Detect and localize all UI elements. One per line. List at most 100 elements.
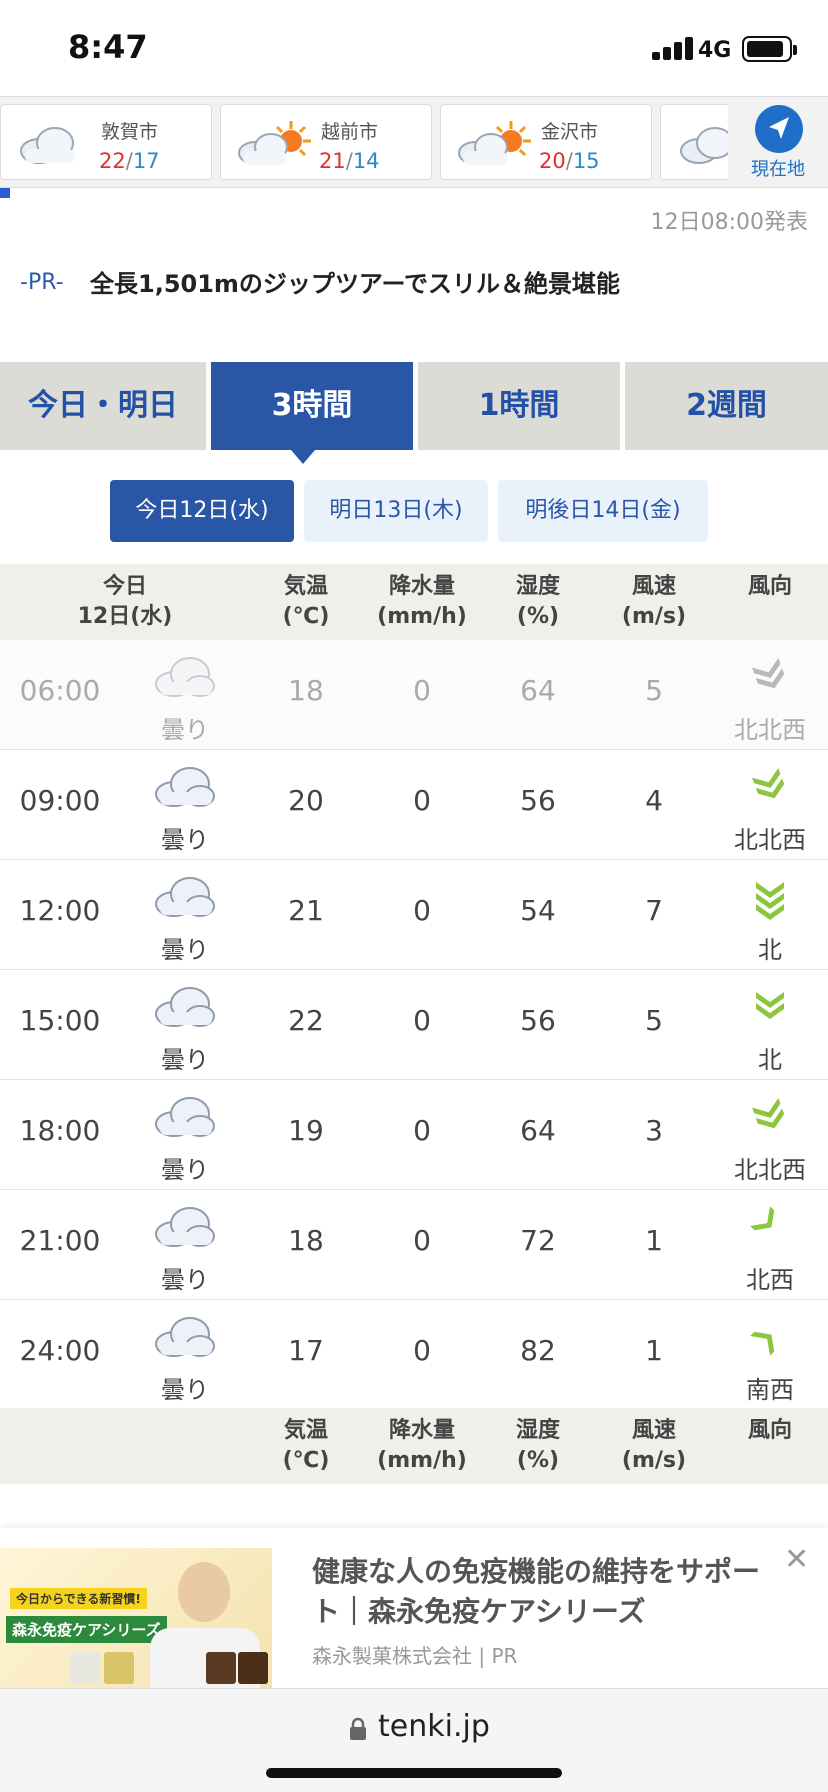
direction-label: 北 [758, 936, 782, 964]
humidity-cell: 64 [520, 674, 556, 707]
cloudy-icon [152, 1200, 218, 1256]
temp-cell: 19 [288, 1114, 324, 1147]
cloudy-icon [20, 127, 75, 164]
issued-time: 12日08:00発表 [650, 210, 808, 235]
table-row: 18:00 19 0 64 3 曇り 北北西 [0, 1080, 828, 1190]
ad-title[interactable]: 健康な人の免疫機能の維持をサポート｜森永免疫ケアシリーズ [312, 1552, 782, 1632]
header-text: 風速 [631, 1418, 676, 1443]
city-name: 越前市 [321, 121, 379, 143]
precip-cell: 0 [413, 674, 431, 707]
day-tomorrow[interactable]: 明日13日(木) [304, 480, 488, 542]
precip-cell: 0 [413, 1334, 431, 1367]
forecast-tabs: 今日・明日 3時間 1時間 2週間 [0, 362, 828, 450]
precip-cell: 0 [413, 784, 431, 817]
cloudy-icon [152, 760, 218, 816]
tab-1hour[interactable]: 1時間 [418, 362, 620, 450]
wind-arrow-icon [718, 1200, 822, 1256]
header-text: 気温 [283, 1418, 328, 1443]
cloudy-icon [152, 650, 218, 706]
tab-2week[interactable]: 2週間 [625, 362, 828, 450]
direction-label: 南西 [746, 1376, 794, 1404]
city-temps: 21/14 [319, 149, 380, 173]
humidity-cell: 64 [520, 1114, 556, 1147]
temp-cell: 17 [288, 1334, 324, 1367]
close-icon[interactable]: ✕ [784, 1542, 809, 1577]
tab-3hour[interactable]: 3時間 [211, 362, 413, 450]
ad-image-badge: 今日からできる新習慣! [10, 1588, 147, 1609]
home-indicator [266, 1768, 562, 1778]
header-text: 気温 [283, 574, 328, 599]
wind-arrow-icon [718, 1310, 822, 1366]
pr-headline-link[interactable]: 全長1,501mのジップツアーでスリル＆絶景堪能 [90, 268, 650, 300]
header-text: (m/s) [621, 604, 687, 629]
day-header: 今日 12日(水) [40, 572, 210, 632]
ad-sponsor: 森永製菓株式会社 | PR [312, 1644, 518, 1668]
humidity-cell: 54 [520, 894, 556, 927]
url-text: tenki.jp [378, 1709, 490, 1744]
wind-arrow-icon [718, 870, 822, 926]
weather-label: 曇り [161, 1376, 209, 1404]
direction-label: 北北西 [734, 1156, 806, 1184]
wind-direction: 北北西 [718, 1090, 822, 1185]
weather-label: 曇り [161, 826, 209, 854]
direction-header: 風向 [718, 1416, 822, 1446]
wind-cell: 7 [645, 894, 663, 927]
table-row: 21:00 18 0 72 1 曇り 北西 [0, 1190, 828, 1300]
header-text: (%) [516, 1448, 560, 1473]
wind-arrow-icon [718, 980, 822, 1036]
ad-image[interactable]: 今日からできる新習慣! 森永免疫ケアシリーズ [0, 1548, 272, 1688]
cloudy-icon [152, 870, 218, 926]
header-text: (mm/h) [377, 604, 467, 629]
city-card[interactable]: 敦賀市 22/17 [0, 104, 212, 180]
wind-cell: 4 [645, 784, 663, 817]
city-card[interactable]: 金沢市 20/15 [440, 104, 652, 180]
ad-banner[interactable]: 今日からできる新習慣! 森永免疫ケアシリーズ 健康な人の免疫機能の維持をサポート… [0, 1528, 828, 1688]
time-cell: 21:00 [19, 1224, 101, 1257]
wind-header: 風速 (m/s) [604, 1416, 704, 1476]
current-location-button[interactable]: 現在地 [728, 97, 828, 187]
high-temp: 21 [319, 149, 346, 173]
table-header: 今日 12日(水) 気温 (℃) 降水量 (mm/h) 湿度 (%) 風速 (m/s) 風… [0, 564, 828, 640]
wind-direction: 北西 [718, 1200, 822, 1295]
temp-header: 気温 (℃) [256, 572, 356, 632]
humidity-header: 湿度 (%) [488, 572, 588, 632]
city-card[interactable]: 越前市 21/14 [220, 104, 432, 180]
direction-label: 北 [758, 1046, 782, 1074]
cloudy-icon [152, 1090, 218, 1146]
wind-cell: 1 [645, 1224, 663, 1257]
wind-direction: 南西 [718, 1310, 822, 1405]
clock: 8:47 [68, 28, 148, 66]
pr-tag: -PR- [20, 270, 64, 295]
battery-icon [742, 36, 797, 62]
header-text: 今日 [102, 574, 147, 599]
humidity-cell: 82 [520, 1334, 556, 1367]
sun-cloud-icon [458, 121, 531, 165]
active-tab-pointer [291, 450, 315, 464]
day-today[interactable]: 今日12日(水) [110, 480, 294, 542]
current-location-label: 現在地 [751, 159, 805, 180]
header-text: 風向 [747, 574, 792, 599]
precip-cell: 0 [413, 1114, 431, 1147]
day-after-tomorrow[interactable]: 明後日14日(金) [498, 480, 708, 542]
table-row: 12:00 21 0 54 7 曇り 北 [0, 860, 828, 970]
ad-product [238, 1652, 268, 1684]
time-cell: 24:00 [19, 1334, 101, 1367]
wind-arrow-icon [718, 1090, 822, 1146]
low-temp: 17 [132, 149, 160, 173]
tab-today-tomorrow[interactable]: 今日・明日 [0, 362, 206, 450]
header-text: 湿度 [515, 574, 560, 599]
precip-cell: 0 [413, 894, 431, 927]
city-strip: 敦賀市 22/17 越前市 21/14 金沢市 20/15 現在地 [0, 96, 828, 188]
weather-label: 曇り [161, 1156, 209, 1184]
city-name: 敦賀市 [101, 121, 159, 143]
header-text: (m/s) [621, 1448, 687, 1473]
direction-header: 風向 [718, 572, 822, 602]
location-arrow-icon [755, 105, 803, 153]
city-temps: 20/15 [539, 149, 600, 173]
direction-label: 北西 [746, 1266, 794, 1294]
wind-cell: 1 [645, 1334, 663, 1367]
low-temp: 14 [352, 149, 380, 173]
high-temp: 22 [99, 149, 126, 173]
cloudy-icon [680, 127, 734, 164]
header-text: 湿度 [515, 1418, 560, 1443]
